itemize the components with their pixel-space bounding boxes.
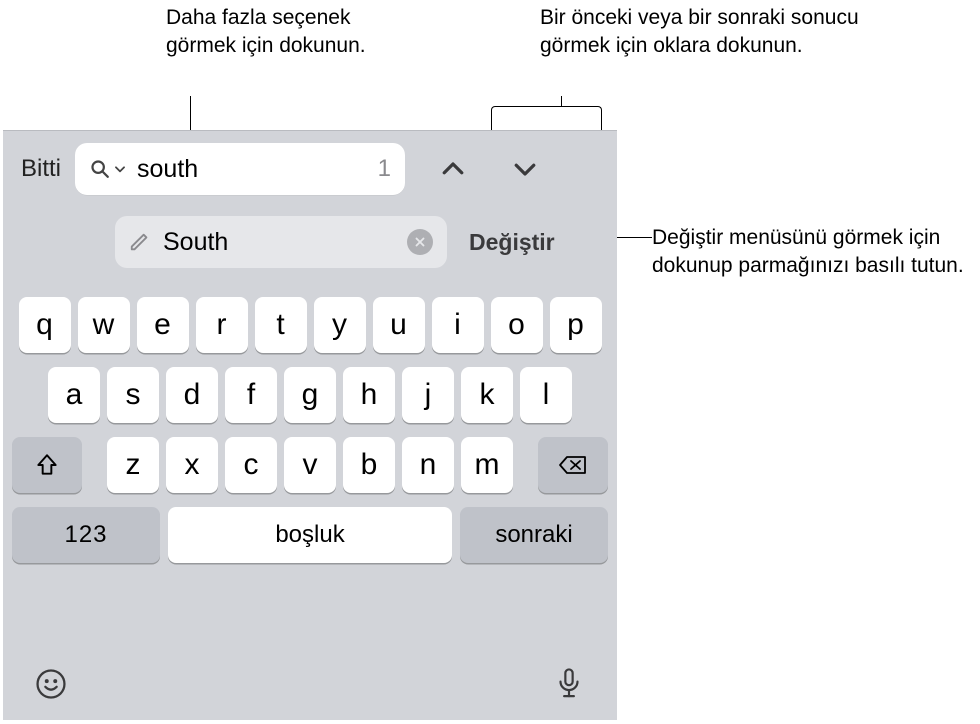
search-input-value: south [137,155,378,184]
shift-key[interactable] [12,437,82,493]
search-field[interactable]: south 1 [75,143,405,195]
key-k[interactable]: k [461,367,513,423]
key-z[interactable]: z [107,437,159,493]
dictation-button[interactable] [549,664,589,704]
emoji-icon [34,667,68,701]
search-icon [89,158,111,180]
key-b[interactable]: b [343,437,395,493]
callout-more-options: Daha fazla seçenek görmek için dokunun. [166,4,416,61]
replace-input-value: South [163,228,407,257]
key-w[interactable]: w [78,297,130,353]
emoji-button[interactable] [31,664,71,704]
callout-replace-hold: Değiştir menüsünü görmek için dokunup pa… [652,224,972,281]
done-button[interactable]: Bitti [21,155,61,183]
replace-button[interactable]: Değiştir [469,229,555,256]
replace-row: South Değiştir [3,209,617,275]
key-row-3: z x c v b n m [9,437,611,493]
key-x[interactable]: x [166,437,218,493]
mic-icon [554,667,584,701]
callout-bracket [491,106,602,116]
search-options-icon[interactable] [89,158,127,180]
search-result-count: 1 [378,155,391,183]
shift-icon [34,452,60,478]
callout-line [561,96,562,106]
key-i[interactable]: i [432,297,484,353]
chevron-down-icon [113,162,127,176]
key-u[interactable]: u [373,297,425,353]
chevron-down-icon [510,154,540,184]
space-key[interactable]: boşluk [168,507,452,563]
key-d[interactable]: d [166,367,218,423]
key-h[interactable]: h [343,367,395,423]
replace-field[interactable]: South [115,216,447,268]
key-f[interactable]: f [225,367,277,423]
key-v[interactable]: v [284,437,336,493]
clear-button[interactable] [407,229,433,255]
backspace-icon [558,452,588,478]
next-result-button[interactable] [501,145,549,193]
numbers-key[interactable]: 123 [12,507,160,563]
backspace-key[interactable] [538,437,608,493]
onscreen-keyboard: q w e r t y u i o p a s d f g h j k l [3,287,617,720]
key-q[interactable]: q [19,297,71,353]
key-row-4: 123 boşluk sonraki [9,507,611,563]
key-g[interactable]: g [284,367,336,423]
key-y[interactable]: y [314,297,366,353]
key-s[interactable]: s [107,367,159,423]
key-j[interactable]: j [402,367,454,423]
prev-result-button[interactable] [429,145,477,193]
keyboard-panel: Bitti south 1 [3,130,617,720]
chevron-up-icon [438,154,468,184]
key-e[interactable]: e [137,297,189,353]
key-row-1: q w e r t y u i o p [9,297,611,353]
key-o[interactable]: o [491,297,543,353]
key-n[interactable]: n [402,437,454,493]
key-r[interactable]: r [196,297,248,353]
key-t[interactable]: t [255,297,307,353]
close-icon [413,235,427,249]
key-row-2: a s d f g h j k l [9,367,611,423]
key-l[interactable]: l [520,367,572,423]
find-toolbar: Bitti south 1 [3,131,617,207]
key-p[interactable]: p [550,297,602,353]
next-key[interactable]: sonraki [460,507,608,563]
key-c[interactable]: c [225,437,277,493]
callout-arrows: Bir önceki veya bir sonraki sonucu görme… [540,4,870,61]
pencil-icon [129,231,151,253]
keyboard-bottom-row [3,654,617,714]
key-a[interactable]: a [48,367,100,423]
key-m[interactable]: m [461,437,513,493]
